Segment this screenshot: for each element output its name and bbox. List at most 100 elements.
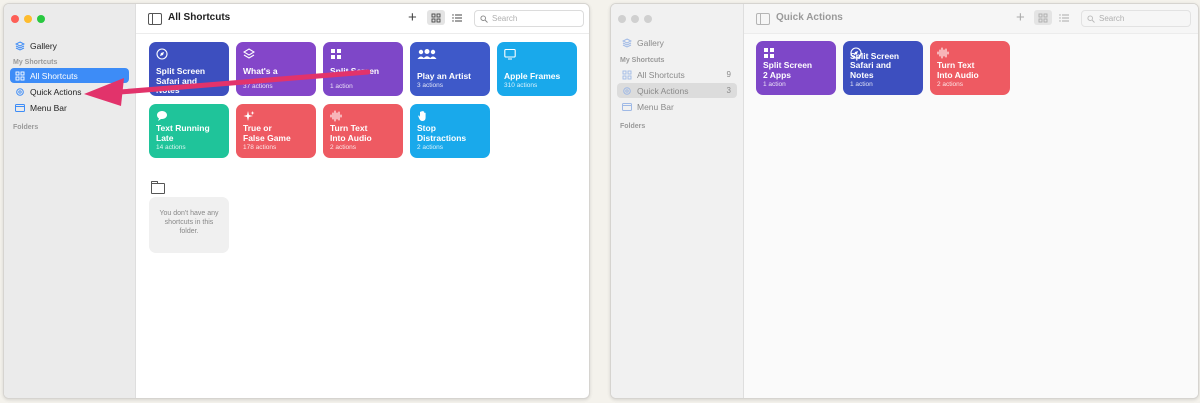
search-icon xyxy=(1087,14,1095,23)
folders-header: Folders xyxy=(620,123,646,130)
tile-title: Split Screen 2 Apps xyxy=(763,60,813,80)
main-content: All Shortcuts + Search Split Screen Safa… xyxy=(136,4,589,398)
tile-title: Split Screen xyxy=(330,66,380,76)
shortcuts-window-quick-actions: Gallery My Shortcuts All Shortcuts 9 Qui… xyxy=(610,3,1199,399)
tile-action-count: 2 actions xyxy=(937,81,964,88)
tile-action-count: 3 actions xyxy=(417,82,444,89)
list-icon xyxy=(1059,13,1069,22)
list-view-button[interactable] xyxy=(448,10,466,25)
minimize-window-button[interactable] xyxy=(24,15,32,23)
tile-title: Play an Artist xyxy=(417,70,472,81)
sidebar-item-quick-actions[interactable]: Quick Actions 3 xyxy=(617,83,737,98)
sidebar-item-all-shortcuts[interactable]: All Shortcuts 9 xyxy=(617,67,737,82)
tile-title: Turn Text Into Audio xyxy=(937,60,979,80)
search-input[interactable]: Search xyxy=(1081,10,1191,27)
empty-folder-placeholder: You don't have any shortcuts in this fol… xyxy=(149,197,229,253)
shortcut-tile-stop-distractions[interactable]: Stop Distractions 2 actions xyxy=(410,104,490,158)
display-icon xyxy=(504,48,516,60)
tile-action-count: 2 actions xyxy=(330,144,357,151)
grid-icon xyxy=(622,70,632,80)
gallery-icon xyxy=(15,40,25,51)
shortcut-tile-play-an-artist[interactable]: Play an Artist 3 actions xyxy=(410,42,490,96)
my-shortcuts-header: My Shortcuts xyxy=(620,57,665,64)
traffic-lights xyxy=(11,15,45,23)
zoom-window-button[interactable] xyxy=(644,15,652,23)
sidebar-item-menu-bar[interactable]: Menu Bar xyxy=(10,100,129,115)
close-window-button[interactable] xyxy=(11,15,19,23)
list-icon xyxy=(452,13,462,22)
gear-icon xyxy=(622,86,632,96)
tile-action-count: 2 actions xyxy=(417,144,444,151)
hand-icon xyxy=(417,110,429,122)
shortcut-tile-turn-text-into-audio[interactable]: Turn Text Into Audio 2 actions xyxy=(323,104,403,158)
sidebar-toggle-button[interactable] xyxy=(148,13,162,25)
sidebar-item-gallery[interactable]: Gallery xyxy=(10,38,129,53)
waveform-icon xyxy=(937,47,949,59)
sparkle-icon xyxy=(243,110,255,122)
search-placeholder: Search xyxy=(1099,14,1125,23)
shortcut-tile-true-or-false-game[interactable]: True or False Game 178 actions xyxy=(236,104,316,158)
sidebar-item-label: Menu Bar xyxy=(637,101,674,112)
shortcut-count-badge: 9 xyxy=(726,70,731,79)
shortcut-tile-split-screen-2-apps[interactable]: Split Screen 2 Apps 1 action xyxy=(756,41,836,95)
tile-action-count: 1 action xyxy=(850,81,873,88)
tile-title: Turn Text Into Audio xyxy=(330,123,372,143)
waveform-icon xyxy=(330,110,342,122)
shortcut-tile-whats-a[interactable]: What's a 37 actions xyxy=(236,42,316,96)
tile-action-count: 1 action xyxy=(763,81,786,88)
page-title: All Shortcuts xyxy=(168,12,231,23)
tile-action-count: 178 actions xyxy=(243,144,277,151)
sidebar-item-all-shortcuts[interactable]: All Shortcuts xyxy=(10,68,129,83)
my-shortcuts-header: My Shortcuts xyxy=(13,59,58,66)
search-placeholder: Search xyxy=(492,14,518,23)
sidebar: Gallery My Shortcuts All Shortcuts 9 Qui… xyxy=(611,4,744,398)
tile-action-count: 37 actions xyxy=(243,83,273,90)
list-view-button[interactable] xyxy=(1055,10,1073,25)
main-content: Quick Actions + Search Split Screen 2 Ap… xyxy=(744,4,1198,398)
minimize-window-button[interactable] xyxy=(631,15,639,23)
page-title: Quick Actions xyxy=(776,12,843,23)
tile-title: Apple Frames xyxy=(504,70,561,81)
grid-view-button[interactable] xyxy=(427,10,445,25)
sidebar: Gallery My Shortcuts All Shortcuts Quick… xyxy=(4,4,136,398)
compass-icon xyxy=(156,48,168,60)
sidebar-item-label: Quick Actions xyxy=(637,85,689,96)
sidebar-item-label: Gallery xyxy=(637,37,664,48)
sidebar-item-menu-bar[interactable]: Menu Bar xyxy=(617,99,737,114)
layers-icon xyxy=(243,48,255,60)
folders-header: Folders xyxy=(13,124,39,131)
shortcut-tile-split-screen-safari-notes[interactable]: Split Screen Safari and Notes 1 action xyxy=(843,41,923,95)
sidebar-item-label: Quick Actions xyxy=(30,86,82,97)
people-icon xyxy=(417,48,437,60)
menubar-icon xyxy=(15,103,25,113)
grid-icon xyxy=(431,13,441,22)
add-shortcut-button[interactable]: + xyxy=(1016,9,1025,26)
menubar-icon xyxy=(622,102,632,112)
toolbar: All Shortcuts + Search xyxy=(136,4,589,34)
tile-action-count: 14 actions xyxy=(156,144,186,151)
shortcut-tile-apple-frames[interactable]: Apple Frames 310 actions xyxy=(497,42,577,96)
gallery-icon xyxy=(622,37,632,48)
search-input[interactable]: Search xyxy=(474,10,584,27)
folder-icon xyxy=(151,181,165,194)
zoom-window-button[interactable] xyxy=(37,15,45,23)
tile-title: What's a xyxy=(243,66,278,76)
close-window-button[interactable] xyxy=(618,15,626,23)
sidebar-toggle-button[interactable] xyxy=(756,13,770,25)
tile-title: Split Screen Safari and Notes xyxy=(850,50,900,80)
sidebar-item-label: All Shortcuts xyxy=(30,70,78,81)
shortcut-tile-text-running-late[interactable]: Text Running Late 14 actions xyxy=(149,104,229,158)
shortcut-tile-split-screen[interactable]: Split Screen 1 action xyxy=(323,42,403,96)
grid-view-button[interactable] xyxy=(1034,10,1052,25)
sidebar-item-gallery[interactable]: Gallery xyxy=(617,35,737,50)
sidebar-item-quick-actions[interactable]: Quick Actions xyxy=(10,84,129,99)
tile-title: Stop Distractions xyxy=(417,123,467,143)
shortcut-tile-turn-text-into-audio[interactable]: Turn Text Into Audio 2 actions xyxy=(930,41,1010,95)
sidebar-item-label: Gallery xyxy=(30,40,57,51)
shortcuts-window-all: Gallery My Shortcuts All Shortcuts Quick… xyxy=(3,3,590,399)
gear-icon xyxy=(15,87,25,97)
shortcut-tile-split-screen-safari-notes[interactable]: Split Screen Safari and Notes xyxy=(149,42,229,96)
tile-title: Text Running Late xyxy=(156,123,210,143)
grid-icon xyxy=(1038,13,1048,22)
add-shortcut-button[interactable]: + xyxy=(408,9,417,26)
